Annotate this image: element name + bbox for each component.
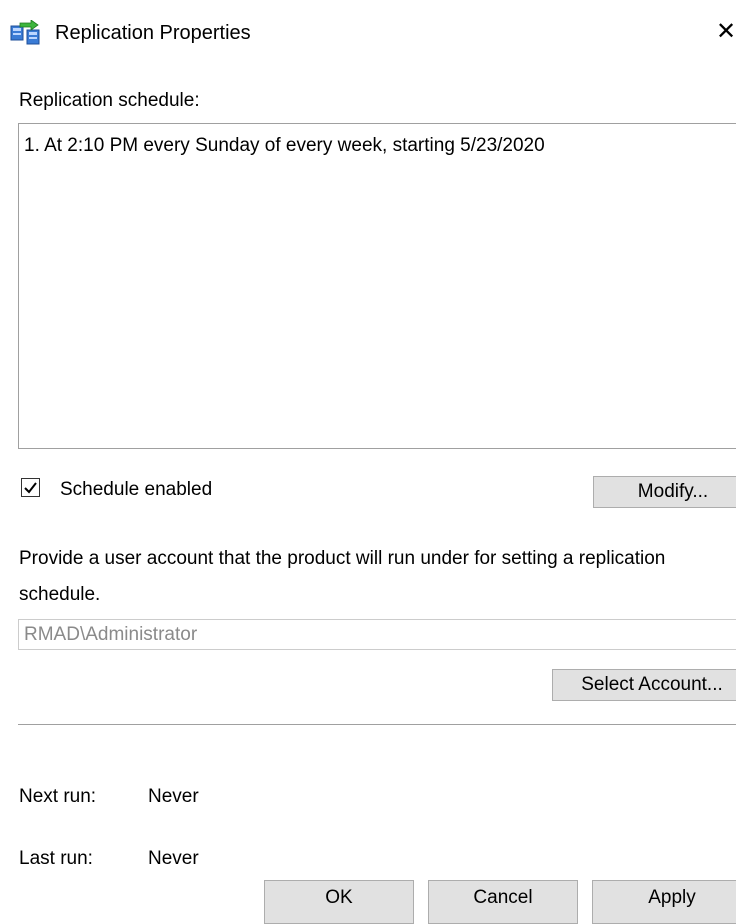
schedule-enabled-label[interactable]: Schedule enabled bbox=[60, 478, 212, 502]
ok-button[interactable]: OK bbox=[264, 880, 414, 924]
replication-icon bbox=[9, 19, 45, 46]
checkmark-icon bbox=[24, 482, 37, 494]
apply-button[interactable]: Apply bbox=[592, 880, 736, 924]
account-value: RMAD\Administrator bbox=[24, 624, 198, 645]
next-run-value: Never bbox=[148, 786, 199, 807]
next-run-label: Next run: bbox=[19, 786, 97, 807]
schedule-enabled-checkbox[interactable] bbox=[21, 478, 40, 497]
select-account-button[interactable]: Select Account... bbox=[552, 669, 736, 701]
window-title: Replication Properties bbox=[55, 22, 251, 44]
last-run-value: Never bbox=[148, 848, 199, 869]
last-run-label: Last run: bbox=[19, 848, 93, 869]
modify-button[interactable]: Modify... bbox=[593, 476, 736, 508]
schedule-list[interactable]: 1. At 2:10 PM every Sunday of every week… bbox=[18, 123, 736, 449]
schedule-label: Replication schedule: bbox=[19, 90, 200, 111]
account-description: Provide a user account that the product … bbox=[19, 548, 666, 605]
close-icon[interactable]: ✕ bbox=[716, 16, 736, 48]
list-item[interactable]: 1. At 2:10 PM every Sunday of every week… bbox=[24, 134, 545, 158]
separator bbox=[18, 724, 736, 725]
cancel-button[interactable]: Cancel bbox=[428, 880, 578, 924]
account-field: RMAD\Administrator bbox=[18, 619, 736, 650]
